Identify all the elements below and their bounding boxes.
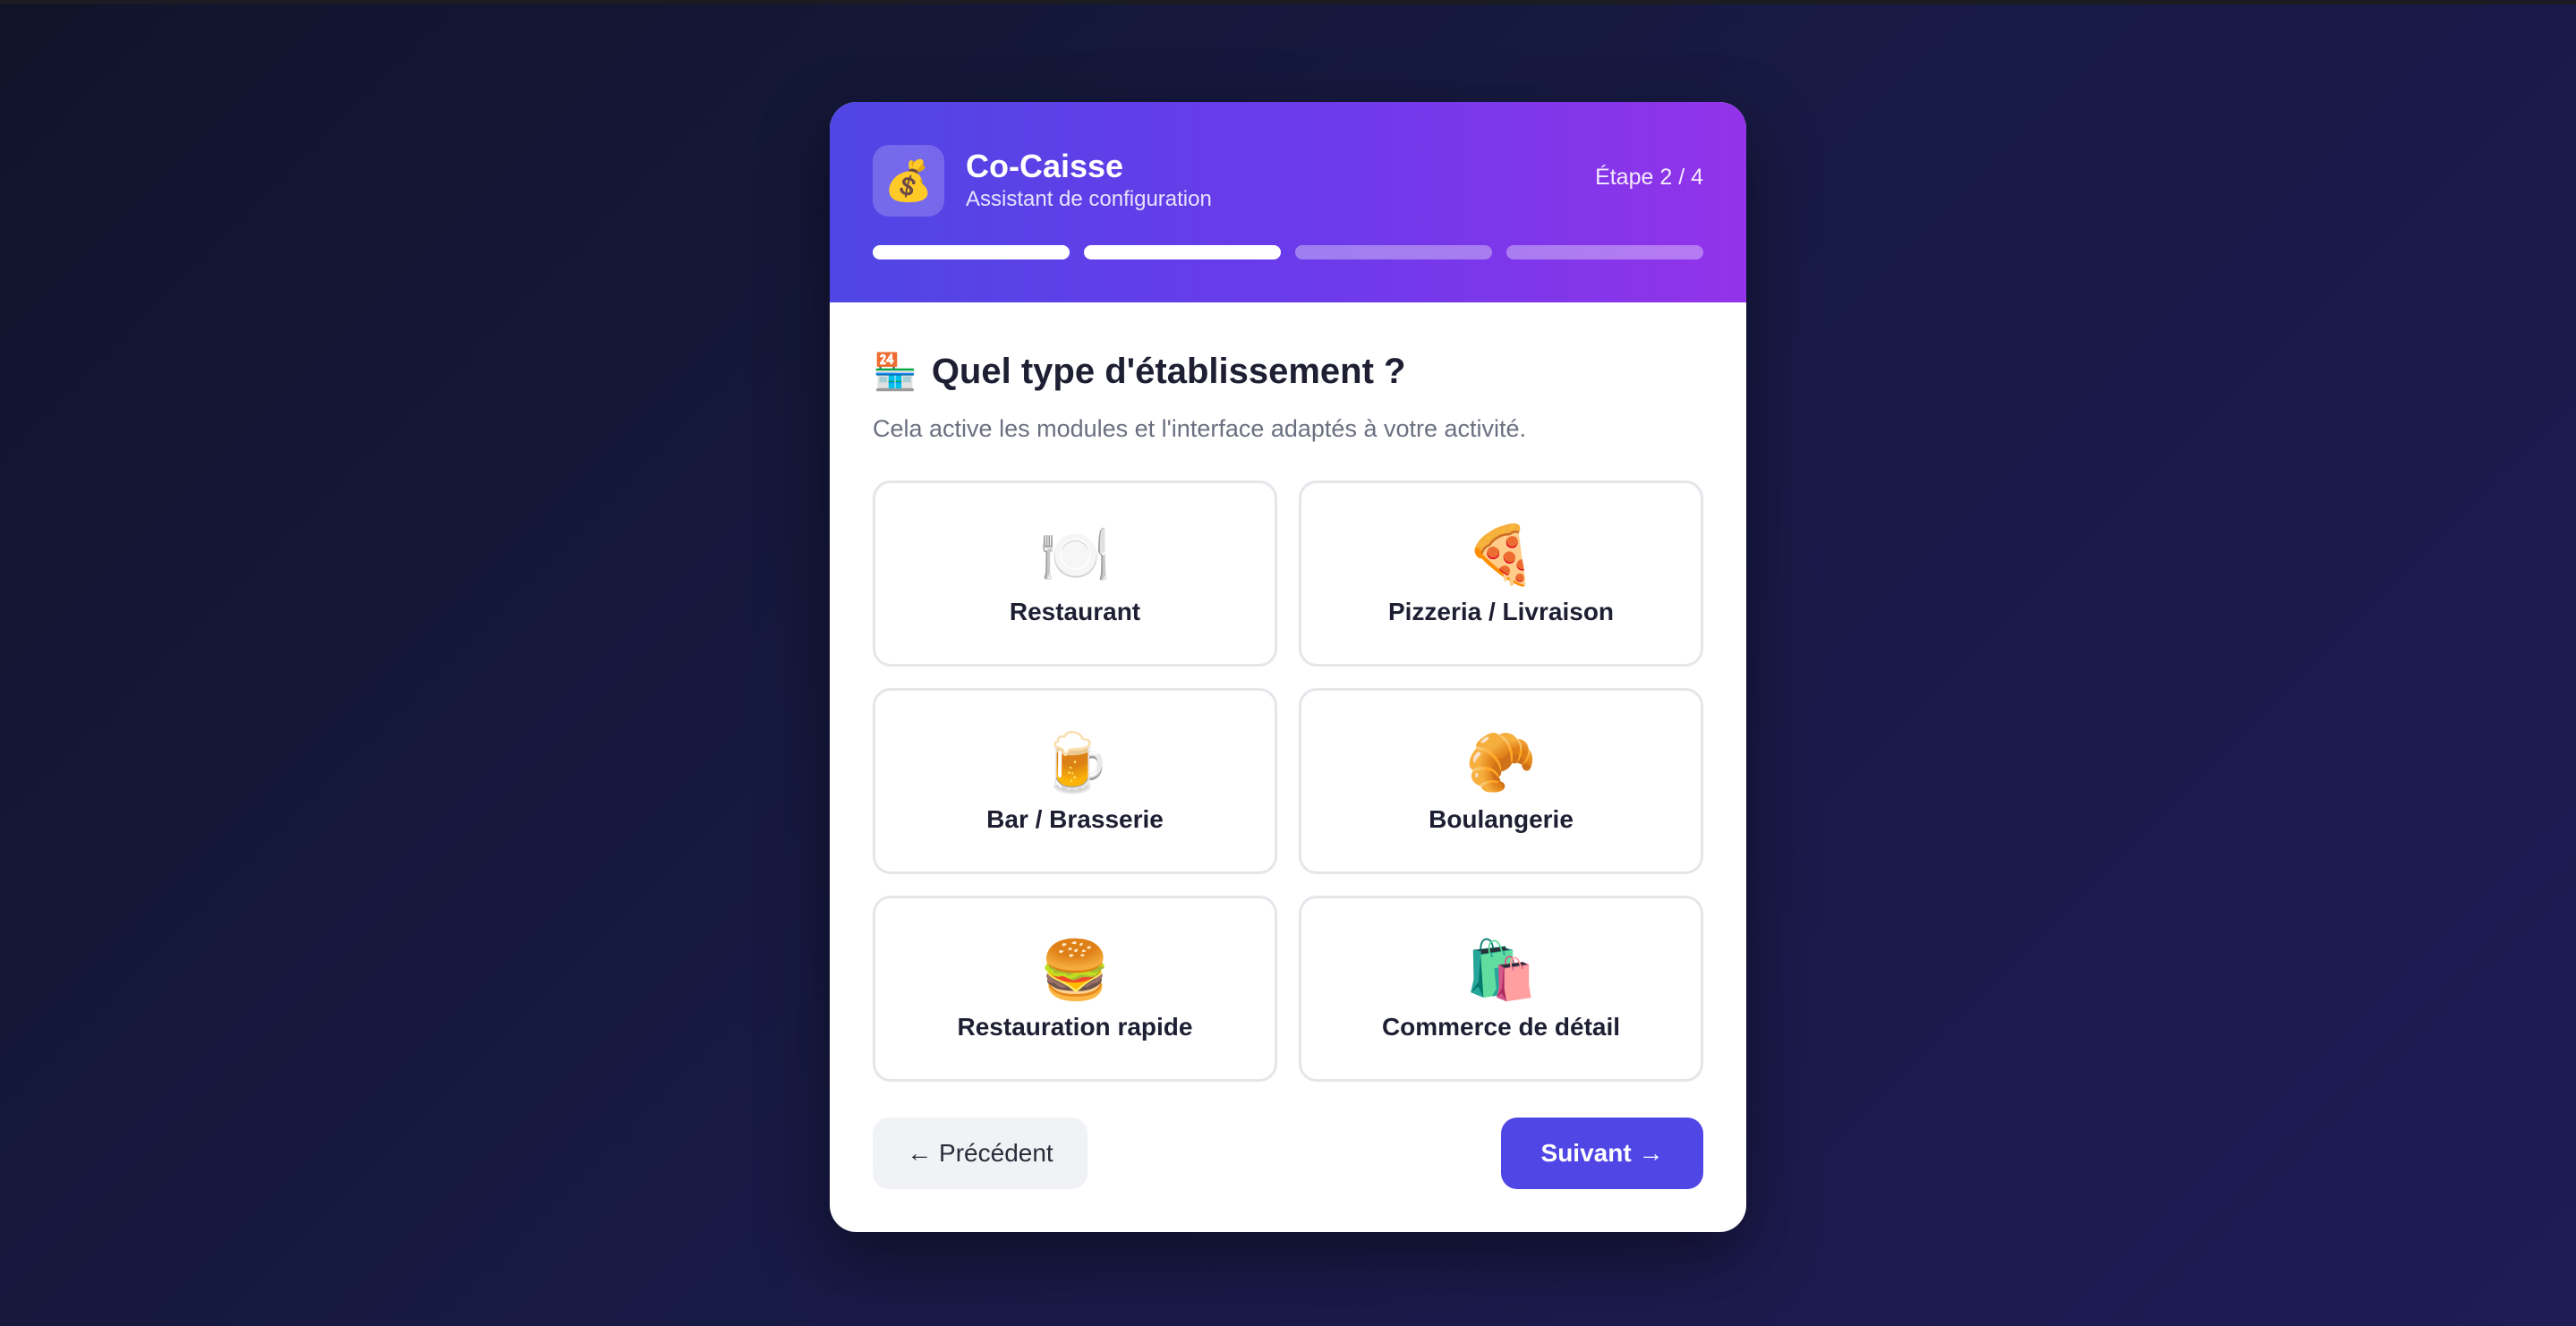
wizard-body: 🏪 Quel type d'établissement ? Cela activ… — [830, 302, 1746, 1082]
wizard-header: 💰 Co-Caisse Assistant de configuration É… — [830, 102, 1746, 302]
setup-wizard-card: 💰 Co-Caisse Assistant de configuration É… — [830, 102, 1746, 1232]
next-button[interactable]: Suivant → — [1501, 1118, 1703, 1189]
brand-text: Co-Caisse Assistant de configuration — [966, 149, 1212, 213]
store-icon: 🏪 — [873, 352, 917, 392]
option-fast-food[interactable]: 🍔 Restauration rapide — [873, 896, 1277, 1082]
option-pizzeria[interactable]: 🍕 Pizzeria / Livraison — [1299, 480, 1703, 667]
option-label: Boulangerie — [1429, 805, 1574, 833]
plate-cutlery-icon: 🍽️ — [1039, 523, 1111, 587]
option-boulangerie[interactable]: 🥐 Boulangerie — [1299, 688, 1703, 874]
progress-segment-2 — [1084, 245, 1281, 259]
option-label: Restaurant — [1009, 598, 1141, 625]
browser-top-strip — [0, 0, 2576, 4]
option-restaurant[interactable]: 🍽️ Restaurant — [873, 480, 1277, 667]
app-subtitle: Assistant de configuration — [966, 187, 1212, 211]
option-label: Restauration rapide — [957, 1013, 1193, 1041]
step-indicator: Étape 2 / 4 — [1595, 165, 1703, 190]
progress-segment-4 — [1506, 245, 1703, 259]
question-title: 🏪 Quel type d'établissement ? — [873, 349, 1703, 394]
app-name: Co-Caisse — [966, 148, 1124, 184]
option-label: Bar / Brasserie — [986, 805, 1164, 833]
pizza-icon: 🍕 — [1465, 523, 1537, 587]
progress-segment-3 — [1295, 245, 1492, 259]
croissant-icon: 🥐 — [1465, 730, 1537, 795]
option-label: Pizzeria / Livraison — [1387, 598, 1615, 625]
progress-segment-1 — [873, 245, 1070, 259]
previous-button[interactable]: ← Précédent — [873, 1118, 1088, 1189]
option-bar[interactable]: 🍺 Bar / Brasserie — [873, 688, 1277, 874]
option-label: Commerce de détail — [1381, 1013, 1621, 1041]
option-retail[interactable]: 🛍️ Commerce de détail — [1299, 896, 1703, 1082]
establishment-options: 🍽️ Restaurant 🍕 Pizzeria / Livraison 🍺 B… — [873, 480, 1703, 1082]
question-title-text: Quel type d'établissement ? — [931, 351, 1406, 391]
progress-bar — [873, 245, 1703, 259]
shopping-bags-icon: 🛍️ — [1465, 938, 1537, 1002]
beer-mug-icon: 🍺 — [1039, 730, 1111, 795]
burger-icon: 🍔 — [1039, 938, 1111, 1002]
brand: 💰 Co-Caisse Assistant de configuration — [873, 145, 1703, 217]
question-subtitle: Cela active les modules et l'interface a… — [873, 415, 1527, 442]
money-bag-icon: 💰 — [873, 145, 944, 217]
wizard-footer: ← Précédent Suivant → — [873, 1118, 1703, 1189]
